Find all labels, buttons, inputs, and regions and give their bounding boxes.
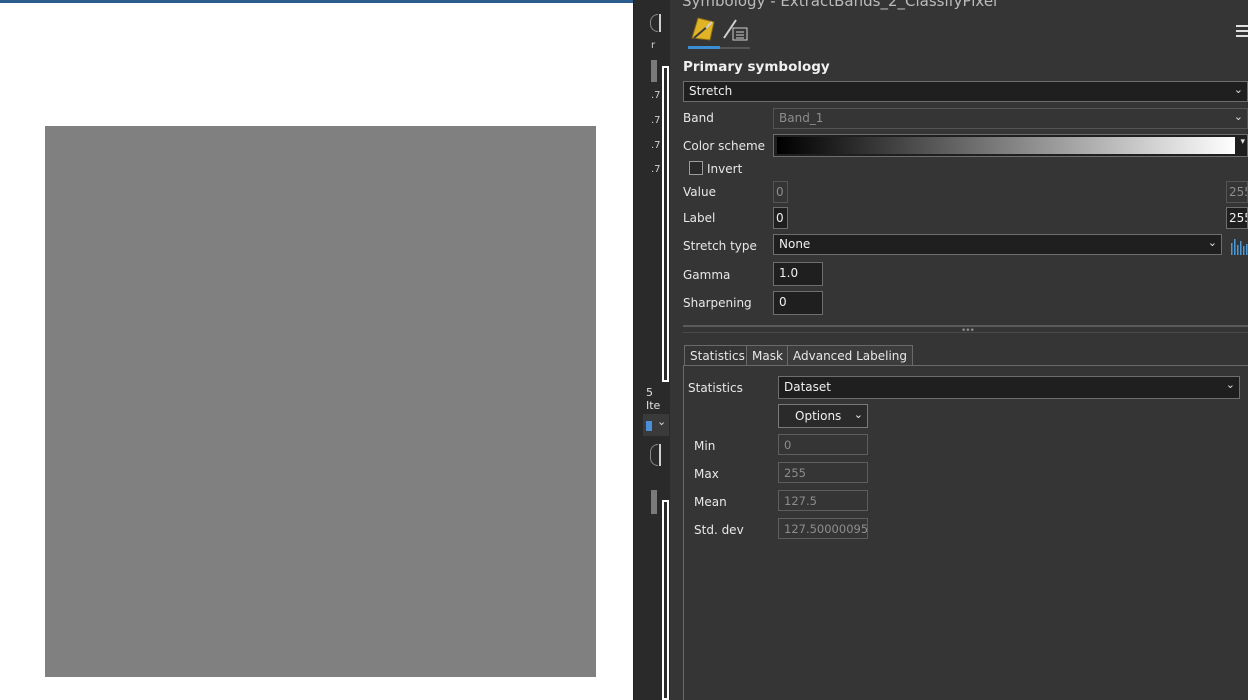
value-label: Value (683, 185, 716, 199)
renderer-value: Stretch (689, 84, 733, 98)
renderer-dropdown[interactable]: Stretch ⌄ (683, 81, 1248, 102)
symbology-pane: Symbology - ExtractBands_2_ClassifyPixel… (670, 0, 1248, 700)
list-item: .7 (651, 140, 661, 151)
items-count: 5 Ite (646, 386, 661, 412)
mean-field: 127.5 (778, 490, 868, 511)
invert-label: Invert (707, 162, 743, 176)
options-button[interactable]: Options ⌄ (778, 404, 868, 428)
value-min-field: 0 (773, 181, 788, 203)
scrollbar[interactable] (662, 500, 669, 700)
splitter-grip[interactable]: ••• (961, 326, 975, 336)
pane-title: Symbology - ExtractBands_2_ClassifyPixel (682, 0, 998, 10)
scrollbar[interactable] (662, 66, 669, 382)
mean-label: Mean (694, 495, 727, 509)
statistics-tab-panel (683, 366, 1248, 700)
std-dev-field: 127.50000095 (778, 518, 868, 539)
menu-icon[interactable] (1236, 25, 1248, 37)
statistics-label: Statistics (688, 381, 743, 395)
label-max-field[interactable]: 255 (1226, 207, 1248, 229)
sharpening-field[interactable]: 0 (773, 291, 823, 315)
search-box-edge (659, 444, 661, 466)
pane-icon (646, 421, 652, 431)
chevron-down-icon: ⌄ (657, 415, 667, 428)
max-label: Max (694, 467, 719, 481)
band-dropdown[interactable]: Band_1 ⌄ (773, 108, 1248, 129)
tab-indicator (720, 47, 750, 49)
tab-statistics[interactable]: Statistics (684, 345, 751, 366)
chevron-down-icon: ⌄ (1207, 236, 1217, 249)
max-field: 255 (778, 462, 868, 483)
column-letter: r (651, 40, 656, 51)
search-box-edge (659, 14, 661, 32)
band-value: Band_1 (779, 111, 824, 125)
tab-mask[interactable]: Mask (746, 345, 789, 366)
chevron-down-icon: ▾ (1240, 137, 1245, 147)
value-max-field: 255 (1226, 181, 1248, 203)
chevron-down-icon: ⌄ (1225, 378, 1235, 391)
tab-advanced-labeling[interactable]: Advanced Labeling (787, 345, 914, 366)
primary-symbology-icon (691, 17, 715, 41)
active-tab-indicator (688, 46, 720, 49)
section-heading: Primary symbology (683, 59, 830, 75)
list-item: .7 (651, 164, 661, 175)
histogram-icon[interactable] (1230, 234, 1248, 256)
sharpening-label: Sharpening (683, 296, 752, 310)
color-scheme-dropdown[interactable]: ▾ (773, 134, 1248, 157)
search-icon[interactable] (650, 14, 658, 32)
color-ramp (777, 137, 1235, 154)
stretch-type-value: None (779, 237, 811, 251)
label-label: Label (683, 211, 716, 225)
min-field: 0 (778, 434, 868, 455)
tab-primary-symbology[interactable] (688, 14, 720, 49)
map-view[interactable] (0, 0, 633, 700)
options-label: Options (795, 409, 842, 423)
min-label: Min (694, 439, 716, 453)
list-item: .7 (651, 115, 661, 126)
pane-toggle[interactable]: ⌄ (643, 414, 669, 436)
statistics-source-dropdown[interactable]: Dataset ⌄ (778, 376, 1240, 399)
color-scheme-label: Color scheme (683, 139, 766, 153)
list-selection[interactable] (651, 490, 657, 514)
list-item: .7 (651, 90, 661, 101)
label-min-field[interactable]: 0 (773, 207, 788, 229)
list-selection[interactable] (651, 60, 657, 82)
tab-vary-symbology[interactable] (720, 14, 752, 49)
gamma-label: Gamma (683, 268, 731, 282)
chevron-down-icon: ⌄ (853, 408, 863, 421)
vary-symbology-icon (723, 19, 748, 41)
std-dev-label: Std. dev (694, 523, 744, 537)
stretch-type-dropdown[interactable]: None ⌄ (773, 234, 1222, 255)
gamma-field[interactable]: 1.0 (773, 262, 823, 286)
invert-checkbox[interactable] (689, 161, 703, 175)
stretch-type-label: Stretch type (683, 239, 757, 253)
statistics-source-value: Dataset (784, 380, 831, 394)
search-icon[interactable] (650, 444, 658, 466)
raster-layer (45, 126, 596, 677)
band-label: Band (683, 111, 714, 125)
chevron-down-icon: ⌄ (1233, 83, 1243, 96)
chevron-down-icon: ⌄ (1233, 110, 1243, 123)
side-pane-strip: r .7 .7 .7 .7 5 Ite ⌄ (633, 0, 670, 700)
